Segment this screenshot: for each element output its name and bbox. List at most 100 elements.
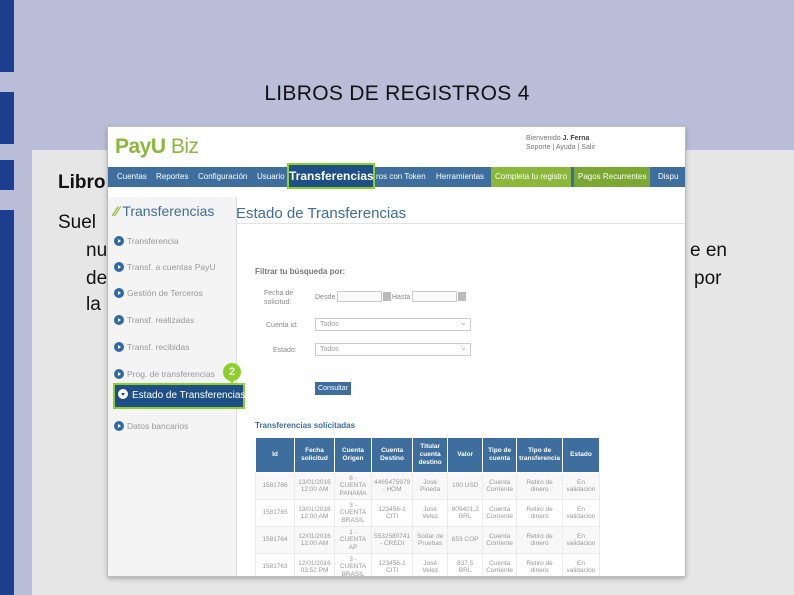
slide-text-line: la — [86, 294, 101, 315]
nav-item-configuracion[interactable]: Configuración — [198, 167, 247, 187]
arrow-right-icon — [114, 420, 124, 431]
table-header[interactable]: Fecha solicitud — [294, 437, 335, 473]
table-header[interactable]: Tipo de cuenta — [482, 437, 518, 473]
table-cell: En validacion — [561, 499, 600, 527]
table-row[interactable]: 1581765 13/01/2016 12:00 AM 3 - CUENTA B… — [255, 499, 600, 527]
user-greeting: Bienvenido — [526, 135, 561, 142]
nav-item-token[interactable]: ros con Token — [376, 167, 426, 187]
table-cell: 100 USD — [447, 472, 484, 500]
sidebar-item-programacion[interactable]: Prog. de transferencias — [114, 367, 215, 381]
table-cell: 13/01/2016 12:00 AM — [294, 472, 335, 500]
calendar-icon[interactable] — [383, 292, 391, 301]
logo-sub-text: Biz — [170, 135, 199, 158]
embedded-screenshot: PayU Biz Bienvenido J. Ferna Soporte | A… — [108, 127, 685, 576]
table-cell: 12/01/2016 12:00 AM — [294, 526, 335, 554]
arrow-right-icon — [114, 314, 124, 325]
arrow-right-icon — [114, 287, 124, 298]
sidebar-item-terceros[interactable]: Gestión de Terceros — [114, 286, 203, 300]
table-cell: Cuenta Corriente — [482, 526, 518, 554]
table-cell: 1581766 — [255, 472, 295, 500]
table-cell: 3 - CUENTA BRASIL — [334, 499, 372, 527]
app-header: PayU Biz Bienvenido J. Ferna Soporte | A… — [108, 127, 685, 165]
user-links[interactable]: Soporte | Ayuda | Salir — [526, 144, 595, 151]
table-cell: En validacion — [561, 553, 600, 576]
arrow-right-icon — [114, 235, 124, 246]
table-cell: 5532580741 - CREDI — [370, 526, 414, 554]
table-cell: 3 - CUENTA BRASIL — [334, 553, 372, 576]
arrow-down-icon — [118, 389, 128, 400]
slide-title: LIBROS DE REGISTROS 4 — [264, 82, 530, 105]
nav-item-disputas[interactable]: Dispu — [658, 167, 678, 187]
from-date-input[interactable] — [337, 291, 382, 302]
table-cell: Cuenta Corriente — [482, 499, 518, 527]
table-header[interactable]: Valor — [447, 437, 484, 473]
page-title: Estado de Transferencias — [236, 205, 407, 222]
table-row[interactable]: 1581763 12/01/2016 03:52 PM 3 - CUENTA B… — [255, 553, 600, 576]
nav-item-reportes[interactable]: Reportes — [156, 167, 188, 187]
step-badge: 2 — [223, 363, 241, 384]
table-cell: Retiro de dinero — [516, 499, 563, 527]
table-header[interactable]: Id — [255, 437, 295, 473]
slide-text-fragment: por — [694, 268, 722, 289]
table-cell: José Velez — [412, 499, 449, 527]
table-cell: En validacion — [561, 472, 600, 500]
sidebar-item-datos-bancarios[interactable]: Datos bancarios — [114, 419, 188, 433]
table-header[interactable]: Estado — [561, 437, 600, 473]
arrow-right-icon — [114, 261, 124, 272]
from-label: Desde — [315, 294, 336, 301]
sidebar-item-label: Transf. recibidas — [127, 342, 190, 352]
nav-item-pagos-recurrentes[interactable]: Pagos Recurrentes — [574, 167, 651, 187]
account-select[interactable]: Todos — [315, 317, 471, 331]
sidebar-item-cuentas-payu[interactable]: Transf. a cuentas PayU — [114, 260, 216, 274]
transfers-table: Id Fecha solicitud Cuenta Origen Cuenta … — [255, 437, 600, 576]
table-cell: 8 - CUENTA PANAMA — [334, 472, 372, 500]
sidebar-item-recibidas[interactable]: Transf. recibidas — [114, 340, 190, 354]
table-cell: 1581763 — [255, 553, 295, 576]
nav-item-cuentas[interactable]: Cuentas — [117, 167, 147, 187]
sidebar-item-realizadas[interactable]: Transf. realizadas — [114, 313, 194, 327]
user-info: Bienvenido J. Ferna Soporte | Ayuda | Sa… — [526, 134, 595, 152]
sidebar-item-label: Gestión de Terceros — [127, 288, 203, 298]
table-cell: José Velez — [412, 553, 449, 576]
sidebar-item-label: Transf. a cuentas PayU — [127, 262, 216, 272]
sidebar-heading-text: Transferencias — [122, 203, 215, 219]
table-cell: 123456-1 CITI — [370, 499, 414, 527]
nav-item-completa-registro[interactable]: Completa tu registro — [491, 167, 572, 187]
sidebar-item-transferencia[interactable]: Transferencia — [114, 234, 179, 248]
nav-item-usuarios[interactable]: Usuario — [257, 167, 285, 187]
nav-item-herramientas[interactable]: Herramientas — [436, 167, 484, 187]
slide-text-fragment: e en — [690, 240, 727, 261]
table-cell: 653 COP — [447, 526, 484, 554]
consult-button[interactable]: Consultar — [315, 382, 351, 395]
sidebar-item-estado[interactable]: Estado de Transferencias — [113, 383, 245, 409]
table-cell: Retiro de dinero — [516, 472, 563, 500]
status-select[interactable]: Todos — [315, 342, 471, 356]
slide-text-line: de — [86, 268, 108, 289]
title-divider — [236, 223, 685, 224]
sidebar-item-label: Prog. de transferencias — [127, 369, 215, 379]
slide-text-line: nu — [86, 240, 108, 261]
table-row[interactable]: 1581764 12/01/2016 12:00 AM 1 - CUENTA A… — [255, 526, 600, 554]
table-cell: 1581764 — [255, 526, 295, 554]
table-cell: Cuenta Corriente — [482, 472, 518, 500]
table-cell: Cuenta Corriente — [482, 553, 518, 576]
sidebar-item-label: Datos bancarios — [127, 421, 189, 431]
table-row[interactable]: 1581766 13/01/2016 12:00 AM 8 - CUENTA P… — [255, 472, 600, 500]
slide-text-line: Suel — [58, 212, 97, 233]
calendar-icon[interactable] — [458, 292, 466, 301]
table-header[interactable]: Titular cuenta destino — [412, 437, 449, 473]
arrow-right-icon — [114, 341, 124, 352]
table-header[interactable]: Tipo de transferencia — [516, 437, 563, 473]
table-cell: José Pineda — [412, 472, 449, 500]
to-date-input[interactable] — [412, 291, 457, 302]
table-cell: En validacion — [561, 526, 600, 554]
table-header[interactable]: Cuenta Destino — [370, 437, 414, 473]
table-cell: 4465475979 - HOM — [370, 472, 414, 500]
nav-item-transferencias[interactable]: Transferencias — [287, 163, 375, 189]
payu-logo[interactable]: PayU Biz — [115, 135, 199, 159]
table-cell: 13/01/2016 12:00 AM — [294, 499, 335, 527]
account-label: Cuenta id: — [266, 322, 298, 329]
table-header[interactable]: Cuenta Origen — [334, 437, 372, 473]
sidebar-item-label: Estado de Transferencias — [132, 390, 246, 401]
table-title: Transferencias solicitadas — [255, 421, 356, 430]
